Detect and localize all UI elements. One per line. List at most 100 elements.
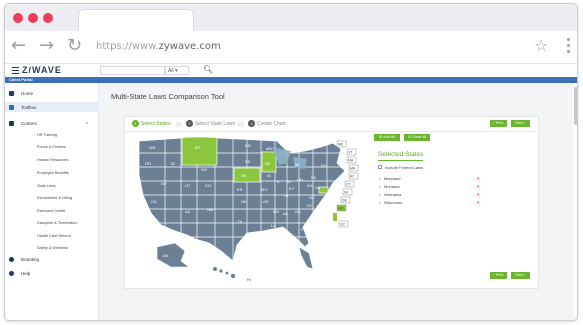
reload-icon[interactable]: ↻ bbox=[67, 35, 82, 56]
subnav-recruitment-hiring[interactable]: Recruitment & Hiring bbox=[37, 196, 72, 200]
svg-text:NE: NE bbox=[241, 173, 247, 178]
svg-text:VA: VA bbox=[315, 185, 320, 190]
svg-text:AK: AK bbox=[163, 253, 169, 258]
forward-arrow-icon[interactable]: → bbox=[39, 35, 54, 56]
page-scrollbar[interactable] bbox=[573, 83, 577, 320]
svg-text:MN: MN bbox=[266, 146, 272, 151]
address-bar: ← → ↻ https://www.zywave.com ☆ bbox=[5, 31, 577, 64]
include-federal-checkbox[interactable] bbox=[378, 165, 382, 169]
selected-states-panel: ⊕ Add All ⊖ Clear All Selected States In… bbox=[374, 134, 480, 224]
step-separator bbox=[238, 122, 244, 127]
subnav-employee-benefits[interactable]: Employee Benefits bbox=[37, 171, 69, 175]
browser-tab[interactable] bbox=[78, 9, 194, 32]
svg-text:WA: WA bbox=[149, 145, 156, 150]
search-icon[interactable]: 🔍︎ bbox=[203, 65, 213, 74]
next-button-top[interactable]: Next › bbox=[511, 120, 530, 127]
state-montana bbox=[181, 137, 218, 166]
selected-state-item: Nebraska bbox=[379, 192, 401, 197]
step-divider bbox=[125, 131, 538, 132]
step-select-states[interactable]: 1 Select States bbox=[132, 120, 170, 127]
svg-text:IA: IA bbox=[267, 173, 271, 178]
maximize-window-dot[interactable] bbox=[43, 13, 53, 23]
svg-text:ID: ID bbox=[171, 161, 175, 166]
svg-text:SC: SC bbox=[307, 203, 313, 208]
remove-state-icon[interactable]: × bbox=[477, 176, 480, 181]
url-field[interactable]: https://www.zywave.com bbox=[96, 41, 221, 52]
svg-text:KS: KS bbox=[237, 187, 243, 192]
search-input[interactable] bbox=[100, 66, 165, 75]
subnav-forms-policies[interactable]: Forms & Policies bbox=[37, 145, 65, 149]
svg-text:AL: AL bbox=[283, 211, 289, 216]
home-icon bbox=[9, 91, 14, 96]
subnav-resource-center[interactable]: Resource Center bbox=[37, 209, 66, 213]
sidebar: Home Toolbox Content ⌃ HR Training Forms… bbox=[5, 83, 99, 320]
chevron-up-icon[interactable]: ⌃ bbox=[85, 122, 89, 128]
minimize-window-dot[interactable] bbox=[28, 13, 38, 23]
svg-text:CO: CO bbox=[205, 183, 211, 188]
svg-text:WV: WV bbox=[307, 183, 314, 188]
svg-text:AR: AR bbox=[263, 199, 269, 204]
svg-text:NV: NV bbox=[161, 181, 167, 186]
subnav-discipline-termination[interactable]: Discipline & Termination bbox=[37, 221, 77, 225]
hamburger-menu-icon[interactable] bbox=[12, 67, 19, 76]
selected-state-item: Wisconsin bbox=[379, 200, 402, 205]
prev-button-top[interactable]: ‹ Prev bbox=[490, 120, 507, 127]
svg-text:DC: DC bbox=[340, 223, 346, 227]
toolbox-icon bbox=[9, 105, 14, 110]
remove-state-icon[interactable]: × bbox=[477, 184, 480, 189]
clear-all-button[interactable]: ⊖ Clear All bbox=[404, 134, 430, 141]
svg-text:ND: ND bbox=[245, 143, 251, 148]
svg-text:WI: WI bbox=[265, 161, 270, 166]
panel-title-underline bbox=[378, 160, 423, 161]
active-nav-highlight bbox=[5, 102, 99, 112]
svg-text:LA: LA bbox=[271, 223, 276, 228]
svg-text:TX: TX bbox=[237, 219, 242, 224]
svg-text:NJ: NJ bbox=[344, 191, 349, 195]
next-button-bottom[interactable]: Next › bbox=[511, 272, 530, 279]
back-arrow-icon[interactable]: ← bbox=[11, 35, 26, 56]
step-label: Create Chart bbox=[257, 120, 286, 127]
bookmark-star-icon[interactable]: ☆ bbox=[534, 36, 548, 55]
search-scope-select[interactable]: All ▾ bbox=[165, 66, 189, 75]
close-window-dot[interactable] bbox=[13, 13, 23, 23]
svg-text:ME: ME bbox=[338, 143, 344, 147]
add-all-button[interactable]: ⊕ Add All bbox=[374, 134, 400, 141]
subnav-safety-wellness[interactable]: Safety & Wellness bbox=[37, 246, 68, 250]
step-select-state-laws[interactable]: 2 Select State Laws bbox=[186, 120, 235, 127]
browser-titlebar bbox=[5, 4, 577, 32]
step-number: 2 bbox=[186, 120, 193, 127]
svg-text:TN: TN bbox=[283, 193, 288, 198]
scrollbar-thumb[interactable] bbox=[574, 87, 577, 125]
prev-button-bottom[interactable]: ‹ Prev bbox=[490, 272, 507, 279]
step-label: Select States bbox=[141, 120, 171, 127]
help-icon bbox=[9, 271, 14, 276]
svg-text:DE: DE bbox=[342, 199, 348, 203]
svg-text:AZ: AZ bbox=[185, 209, 191, 214]
browser-menu-icon[interactable] bbox=[567, 38, 570, 56]
include-federal-label: Include Federal Laws bbox=[385, 165, 424, 170]
remove-state-icon[interactable]: × bbox=[477, 200, 480, 205]
svg-text:HI: HI bbox=[247, 278, 251, 282]
svg-text:NH: NH bbox=[348, 159, 354, 163]
subnav-health-care-reform[interactable]: Health Care Reform bbox=[37, 234, 71, 238]
svg-text:CT: CT bbox=[346, 183, 352, 187]
svg-text:KY: KY bbox=[289, 186, 295, 191]
svg-text:GA: GA bbox=[295, 209, 301, 214]
app-header: Z/WAVE All ▾ 🔍︎ bbox=[5, 64, 577, 77]
sidebar-item-label: Content bbox=[21, 121, 37, 126]
step-create-chart[interactable]: 3 Create Chart bbox=[248, 120, 286, 127]
subnav-state-laws[interactable]: State Laws bbox=[37, 184, 56, 188]
branding-icon bbox=[9, 257, 14, 262]
remove-state-icon[interactable]: × bbox=[477, 192, 480, 197]
svg-text:MA: MA bbox=[350, 167, 356, 171]
us-states-map[interactable]: WA MT ND MN OR ID SD WI WY MI NE IA NV U… bbox=[137, 135, 367, 285]
svg-text:MO: MO bbox=[261, 187, 267, 192]
svg-text:NC: NC bbox=[309, 195, 315, 200]
step-label: Select State Laws bbox=[195, 120, 236, 127]
svg-text:MT: MT bbox=[195, 145, 201, 150]
svg-text:CA: CA bbox=[151, 199, 157, 204]
main-content: Multi-State Laws Comparison Tool 1 Select… bbox=[99, 83, 573, 320]
step-number: 3 bbox=[248, 120, 255, 127]
subnav-hr-training[interactable]: HR Training bbox=[37, 133, 57, 137]
subnav-human-resources[interactable]: Human Resources bbox=[37, 158, 68, 162]
